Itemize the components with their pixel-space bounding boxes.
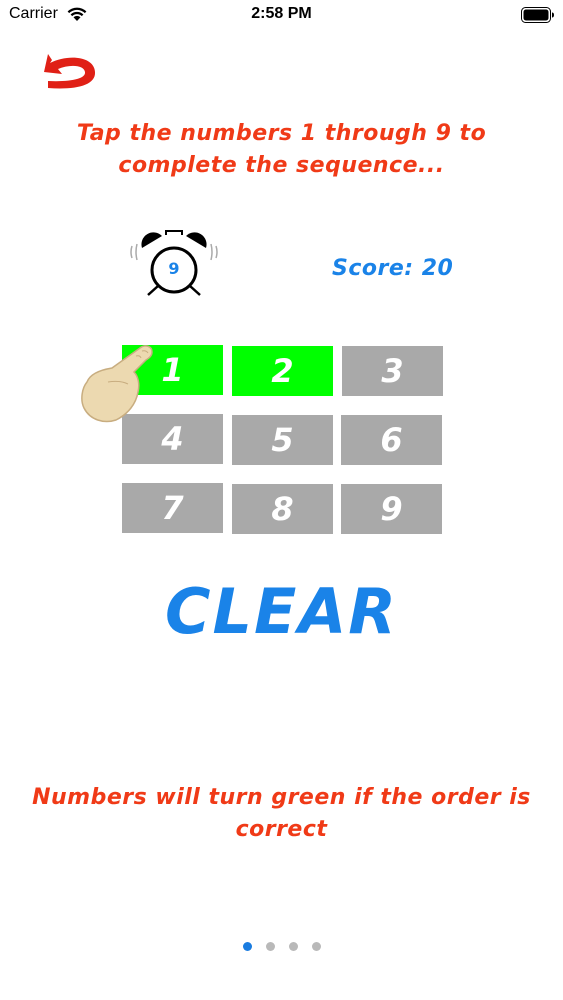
number-cell-8[interactable]: 8 [232, 484, 333, 534]
number-cell-9[interactable]: 9 [341, 484, 442, 534]
page-dot-1[interactable] [242, 942, 252, 951]
number-cell-4[interactable]: 4 [122, 414, 223, 464]
page-dot-2[interactable] [265, 942, 275, 951]
number-cell-6[interactable]: 6 [341, 415, 442, 465]
page-indicator[interactable] [0, 942, 563, 951]
back-button[interactable] [40, 42, 100, 94]
status-time: 2:58 PM [251, 5, 312, 22]
instruction-text: Tap the numbers 1 through 9 to complete … [76, 121, 487, 178]
status-bar: Carrier 2:58 PM [0, 0, 563, 30]
page-dot-4[interactable] [311, 942, 321, 951]
number-grid: 1 2 3 4 5 6 7 8 9 [122, 345, 444, 535]
clear-button[interactable]: CLEAR [0, 575, 563, 648]
page-dot-3[interactable] [288, 942, 298, 951]
hint-text: Numbers will turn green if the order is … [32, 785, 531, 842]
number-cell-7[interactable]: 7 [122, 483, 223, 533]
score-label: Score: 20 [332, 256, 454, 281]
number-cell-1[interactable]: 1 [122, 345, 223, 395]
timer-value: 9 [168, 259, 180, 278]
number-cell-3[interactable]: 3 [342, 346, 443, 396]
number-cell-5[interactable]: 5 [232, 415, 333, 465]
number-cell-2[interactable]: 2 [232, 346, 333, 396]
back-arrow-icon [44, 54, 96, 89]
timer: 9 [128, 226, 220, 298]
battery-icon [521, 7, 554, 23]
